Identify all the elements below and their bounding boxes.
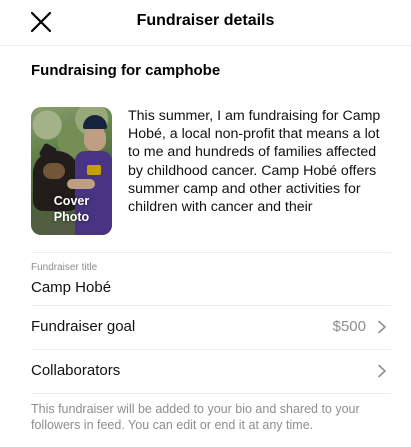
collaborators-row[interactable]: Collaborators: [31, 351, 391, 391]
cover-photo-label: Cover Photo: [31, 193, 112, 225]
fundraiser-goal-value: $500: [332, 318, 366, 335]
cover-photo-button[interactable]: Cover Photo: [31, 107, 112, 235]
chevron-right-icon: [378, 320, 386, 334]
collaborators-label: Collaborators: [31, 362, 121, 379]
divider: [31, 349, 391, 350]
divider: [31, 305, 391, 306]
chevron-right-icon: [378, 364, 386, 378]
section-title: Fundraising for camphobe: [31, 62, 221, 79]
fundraiser-title-label: Fundraiser title: [31, 262, 98, 273]
page-title: Fundraiser details: [136, 12, 275, 29]
cover-photo-label-line2: Photo: [53, 210, 90, 224]
fundraiser-goal-label: Fundraiser goal: [31, 318, 136, 335]
top-bar: Fundraiser details: [0, 0, 411, 46]
divider: [31, 252, 391, 253]
cover-photo-label-line1: Cover: [53, 194, 90, 208]
fundraiser-title-field[interactable]: Camp Hobé: [31, 279, 111, 296]
divider: [31, 393, 391, 394]
fundraiser-description[interactable]: This summer, I am fundraising for Camp H…: [128, 107, 386, 233]
fundraiser-goal-row[interactable]: Fundraiser goal $500: [31, 307, 391, 347]
footer-note: This fundraiser will be added to your bi…: [31, 402, 360, 432]
